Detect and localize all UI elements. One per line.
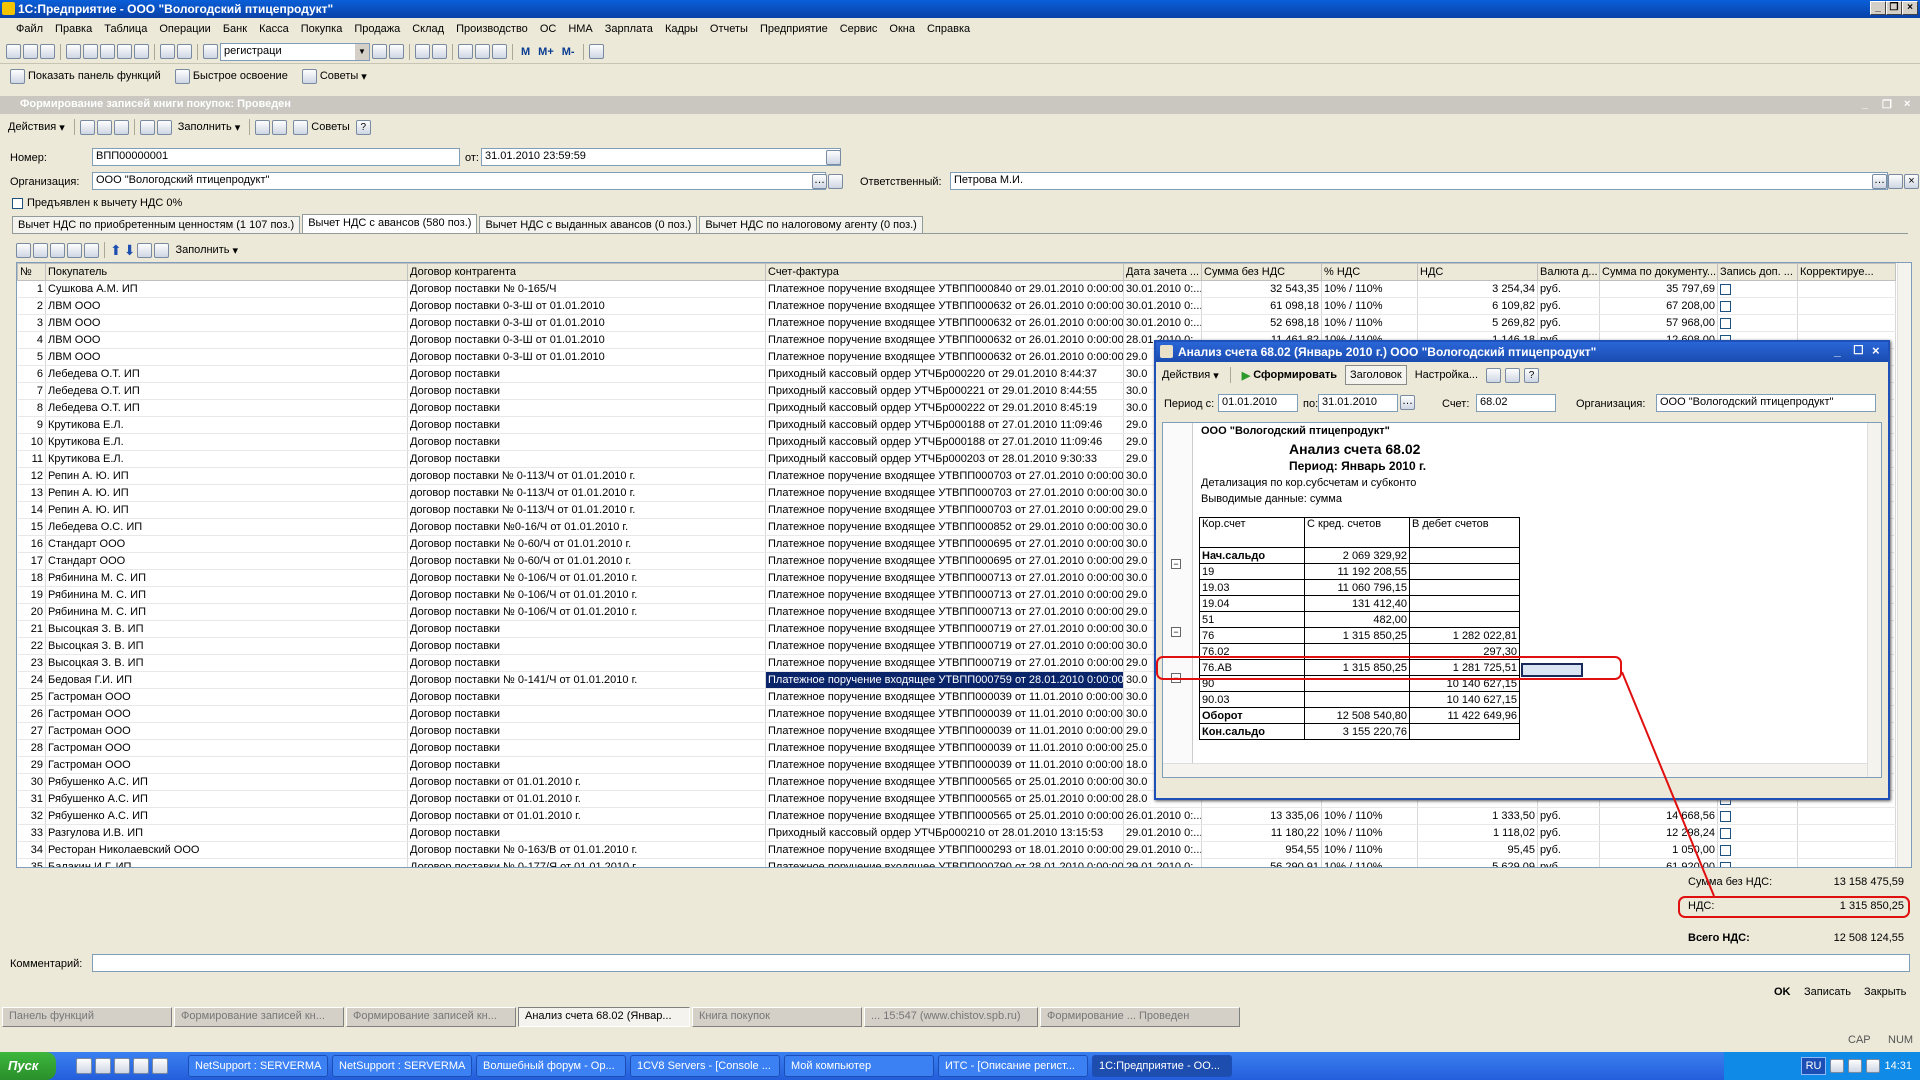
num-indicator: NUM [1888,1034,1914,1046]
start-button[interactable]: Пуск [0,1052,56,1080]
opera-icon[interactable] [114,1058,130,1074]
windows-taskbar: Пуск NetSupport : SERVERMA NetSupport : S… [0,1052,1920,1080]
taskbar-item-2[interactable]: Волшебный форум - Ор... [476,1055,626,1077]
quick-launch [60,1058,184,1074]
caps-indicator: CAP [1848,1034,1871,1046]
app-icon[interactable] [133,1058,149,1074]
window-tab-6[interactable]: Формирование ... Проведен [1040,1007,1240,1027]
taskbar-item-0[interactable]: NetSupport : SERVERMA [188,1055,328,1077]
annotation-line [1621,671,1715,897]
taskbar-item-1[interactable]: NetSupport : SERVERMA [332,1055,472,1077]
window-tab-3[interactable]: Анализ счета 68.02 (Январ... [518,1007,690,1027]
taskbar-item-5[interactable]: ИТС - [Описание регист... [938,1055,1088,1077]
network-icon[interactable] [1830,1059,1845,1073]
window-tab-2[interactable]: Формирование записей кн... [346,1007,516,1027]
clock: 14:31 [1884,1060,1912,1072]
window-tabs-bar: Панель функций Формирование записей кн...… [0,1006,1920,1028]
volume-icon[interactable] [1848,1059,1863,1073]
window-tab-4[interactable]: Книга покупок [692,1007,862,1027]
window-tab-1[interactable]: Формирование записей кн... [174,1007,344,1027]
system-tray: RU 14:31 [1724,1052,1920,1080]
ie-icon[interactable] [76,1058,92,1074]
taskbar-item-3[interactable]: 1CV8 Servers - [Console ... [630,1055,780,1077]
desktop-icon[interactable] [95,1058,111,1074]
taskbar-item-4[interactable]: Мой компьютер [784,1055,934,1077]
floppy-icon[interactable] [152,1058,168,1074]
antivirus-icon[interactable] [1866,1059,1881,1073]
start-label: Пуск [8,1058,39,1073]
window-tab-5[interactable]: ... 15:547 (www.chistov.spb.ru) [864,1007,1038,1027]
window-tab-0[interactable]: Панель функций [2,1007,172,1027]
taskbar-item-6[interactable]: 1С:Предприятие - ОО... [1092,1055,1232,1077]
language-indicator[interactable]: RU [1800,1057,1827,1075]
